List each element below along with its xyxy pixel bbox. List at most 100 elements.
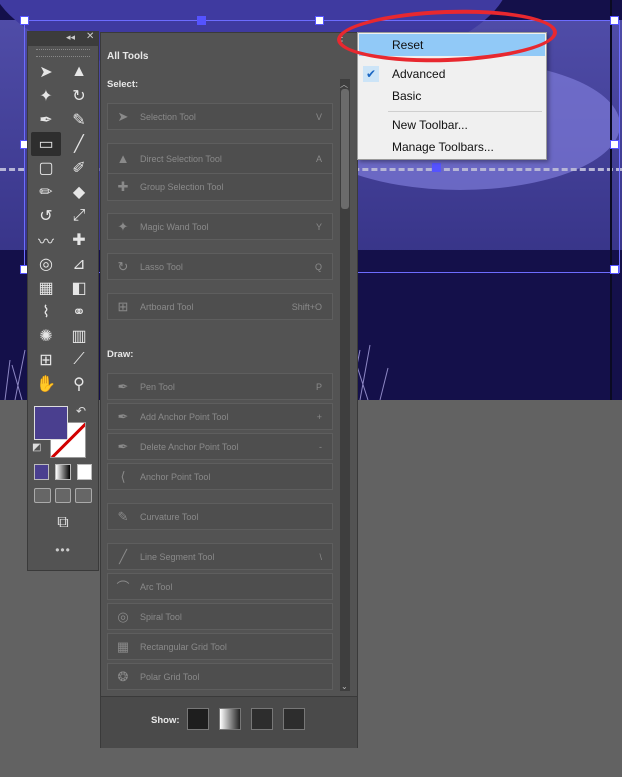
tool-row[interactable]: ✒ Delete Anchor Point Tool - [107,433,333,460]
color-mode-row [28,462,98,482]
selection-handle[interactable] [197,16,206,25]
scale-icon[interactable]: ⤢ [64,204,94,228]
menu-item-label: Advanced [392,67,446,81]
close-icon[interactable]: ✕ [86,31,94,42]
tool-row[interactable]: ✎ Curvature Tool [107,503,333,530]
default-colors-icon[interactable]: ◩ [32,442,41,453]
gradient-mode-icon[interactable] [55,464,71,480]
menu-item-manage-toolbars[interactable]: Manage Toolbars... [359,136,545,158]
tool-row[interactable]: ▲ Direct Selection Tool A [108,144,332,174]
rounded-rect-icon[interactable]: ▢ [31,156,61,180]
tool-name: Line Segment Tool [140,551,215,562]
tool-row[interactable]: ✒ Add Anchor Point Tool + [107,403,333,430]
section-title-draw: Draw: [107,349,134,360]
chevron-down-icon[interactable]: ⌄ [341,682,348,691]
menu-item-label: Manage Toolbars... [392,140,494,154]
menu-separator [388,111,542,112]
selection-handle[interactable] [610,140,619,149]
toolbar-header[interactable]: ◂◂ ✕ [28,31,98,46]
paintbrush-icon[interactable]: ✐ [64,156,94,180]
tool-row[interactable]: ▦ Rectangular Grid Tool [107,633,333,660]
tool-shortcut: P [315,381,322,392]
tool-row[interactable]: ╱ Line Segment Tool \ [107,543,333,570]
curvature-icon[interactable]: ✎ [64,108,94,132]
column-graph-icon[interactable]: ▥ [64,324,94,348]
menu-item-advanced[interactable]: ✔ Advanced [359,63,545,85]
puppet-warp-icon[interactable]: ✚ [64,228,94,252]
rectangle-icon[interactable]: ▭ [31,132,61,156]
add-anchor-icon: ✒ [117,408,129,424]
show-draw-modes-icon[interactable] [251,708,273,730]
blend-icon[interactable]: ⚭ [64,300,94,324]
double-chevron-icon[interactable]: ◂◂ [66,32,75,43]
selection-arrow-icon[interactable]: ➤ [31,60,61,84]
tool-shortcut: + [316,411,322,422]
slice-icon[interactable]: ⟋ [64,348,94,372]
tool-name: Delete Anchor Point Tool [140,441,239,452]
mesh-icon[interactable]: ▦ [31,276,61,300]
draw-normal-icon[interactable] [34,488,51,503]
tool-row[interactable]: ✚ Group Selection Tool [108,173,332,201]
tool-row[interactable]: ⊞ Artboard Tool Shift+O [107,293,333,320]
tool-row[interactable]: ◎ Spiral Tool [107,603,333,630]
screen-mode-icon[interactable]: ⧉ [48,511,78,535]
warp-icon[interactable]: 〰 [31,228,61,252]
menu-item-basic[interactable]: Basic [359,85,545,107]
tool-row[interactable]: ⌒ Arc Tool [107,573,333,600]
direct-selection-icon: ▲ [116,151,130,166]
tool-name: Arc Tool [140,581,173,592]
draw-inside-icon[interactable] [75,488,93,503]
edit-toolbar-button[interactable]: ••• [28,543,98,557]
symbol-sprayer-icon[interactable]: ✺ [31,324,61,348]
direct-selection-icon[interactable]: ▲ [64,60,94,84]
shaper-icon[interactable]: ✏ [31,180,61,204]
eyedropper-icon[interactable]: ⌇ [31,300,61,324]
selection-handle[interactable] [315,16,324,25]
tools-toolbar: ◂◂ ✕ ➤ ▲ ✦ ↻ ✒ ✎ ▭ ╱ ▢ ✐ ✏ ◆ ↺ ⤢ 〰 ✚ ◎ ⊿… [27,31,99,571]
tool-row[interactable]: ✦ Magic Wand Tool Y [107,213,333,240]
line-segment-icon[interactable]: ╱ [64,132,94,156]
tool-row[interactable]: ➤ Selection Tool V [107,103,333,130]
rotate-icon[interactable]: ↺ [31,204,61,228]
tool-row[interactable]: ⟨ Anchor Point Tool [107,463,333,490]
panel-title: All Tools [107,51,149,62]
pen-icon: ✒ [117,378,129,394]
scroll-thumb[interactable] [341,89,349,209]
anchor-point[interactable] [432,163,441,172]
gradient-icon[interactable]: ◧ [64,276,94,300]
draw-behind-icon[interactable] [54,488,72,503]
show-screen-modes-icon[interactable] [283,708,305,730]
artboard-icon[interactable]: ⊞ [31,348,61,372]
show-color-gradient-icon[interactable] [219,708,241,730]
zoom-icon[interactable]: ⚲ [64,372,94,396]
selection-arrow-icon: ➤ [117,108,129,124]
polar-grid-icon: ❂ [117,668,129,684]
artboard-icon: ⊞ [117,298,129,314]
show-fill-stroke-icon[interactable] [187,708,209,730]
selection-handle[interactable] [20,16,29,25]
tool-shortcut: V [315,111,322,122]
fill-swatch[interactable] [34,406,68,440]
pen-icon[interactable]: ✒ [31,108,61,132]
toolbar-grip[interactable] [36,49,90,57]
magic-wand-icon[interactable]: ✦ [31,84,61,108]
shape-builder-icon[interactable]: ◎ [31,252,61,276]
tool-row[interactable]: ❂ Polar Grid Tool [107,663,333,690]
selection-handle[interactable] [610,16,619,25]
line-segment-icon: ╱ [119,548,127,564]
tool-row[interactable]: ↻ Lasso Tool Q [107,253,333,280]
tool-shortcut: - [319,441,322,452]
lasso-icon[interactable]: ↻ [64,84,94,108]
perspective-grid-icon[interactable]: ⊿ [64,252,94,276]
anchor-point-icon: ⟨ [120,468,126,484]
none-mode-icon[interactable] [76,464,92,480]
swap-colors-icon[interactable]: ↶ [76,404,86,418]
tool-shortcut: Y [315,221,322,232]
selection-handle[interactable] [610,265,619,274]
menu-item-new-toolbar[interactable]: New Toolbar... [359,114,545,136]
color-mode-icon[interactable] [34,464,50,480]
panel-scrollbar[interactable]: ︿ ⌄ [340,79,350,691]
eraser-icon[interactable]: ◆ [64,180,94,204]
hand-icon[interactable]: ✋ [31,372,61,396]
tool-row[interactable]: ✒ Pen Tool P [107,373,333,400]
